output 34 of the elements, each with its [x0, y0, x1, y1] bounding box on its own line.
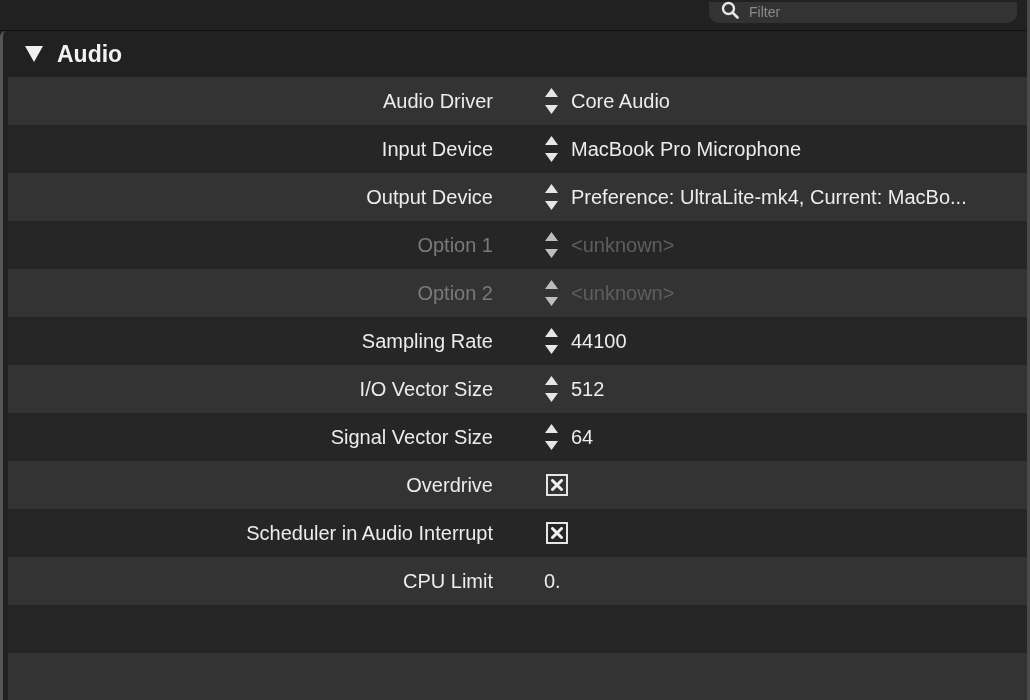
setting-label: Sampling Rate	[361, 329, 493, 354]
search-icon	[721, 1, 739, 19]
menu-select[interactable]: 64	[545, 422, 594, 452]
up-down-arrows-icon	[545, 328, 558, 354]
up-down-arrows-icon	[545, 424, 558, 450]
search-field[interactable]: Filter	[709, 1, 1017, 23]
menu-select[interactable]: Preference: UltraLite-mk4, Current: MacBo...	[545, 182, 967, 212]
setting-label: Audio Driver	[382, 89, 493, 114]
up-down-arrows-icon	[545, 280, 558, 306]
setting-label: Option 2	[417, 281, 493, 306]
caret-down-icon[interactable]	[25, 46, 43, 62]
setting-label: CPU Limit	[403, 569, 493, 594]
up-down-arrows-icon	[545, 136, 558, 162]
checkbox[interactable]	[546, 522, 568, 544]
menu-select[interactable]: 44100	[545, 326, 627, 356]
section-title[interactable]: Audio	[57, 36, 123, 72]
number-field[interactable]: 0.	[544, 566, 561, 596]
checkbox[interactable]	[546, 474, 568, 496]
setting-label: Signal Vector Size	[330, 425, 493, 450]
up-down-arrows-icon	[545, 88, 558, 114]
up-down-arrows-icon	[545, 184, 558, 210]
setting-label: Overdrive	[406, 473, 493, 498]
up-down-arrows-icon	[545, 376, 558, 402]
setting-label: Option 1	[417, 233, 493, 258]
up-down-arrows-icon	[545, 232, 558, 258]
cross-icon	[551, 527, 563, 539]
setting-label: Input Device	[381, 137, 493, 162]
setting-label: I/O Vector Size	[359, 377, 493, 402]
menu-select[interactable]: Core Audio	[545, 86, 670, 116]
setting-label: Scheduler in Audio Interrupt	[246, 521, 493, 546]
menu-select[interactable]: MacBook Pro Microphone	[545, 134, 802, 164]
setting-label: Output Device	[366, 185, 493, 210]
menu-select[interactable]: 512	[545, 374, 605, 404]
cross-icon	[551, 479, 563, 491]
